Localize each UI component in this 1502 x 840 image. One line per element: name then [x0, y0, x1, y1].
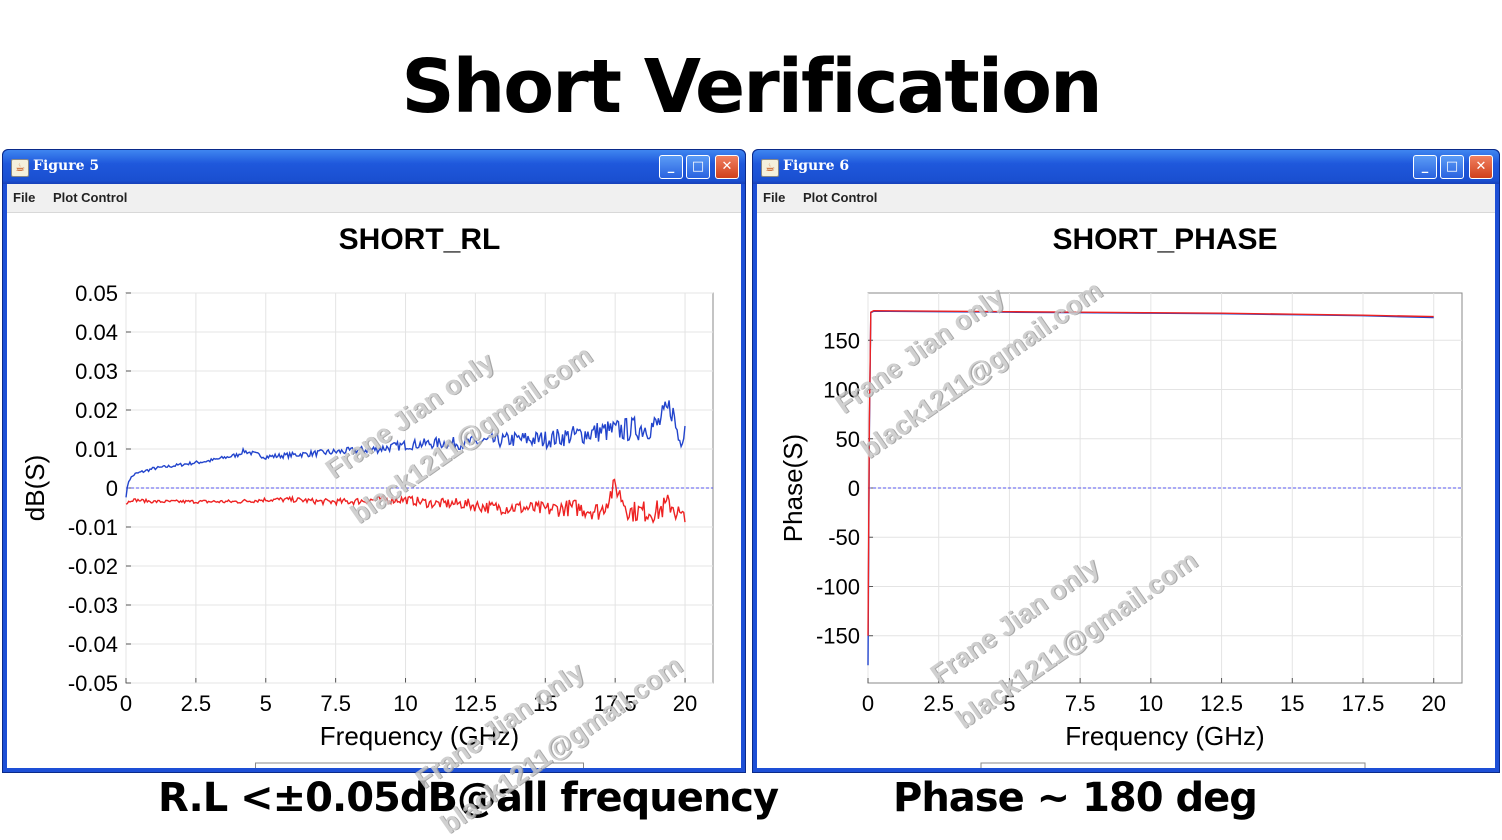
x-axis-label: Frequency (GHz) — [1065, 721, 1264, 751]
legend-box — [255, 762, 584, 790]
window-client: File Plot Control SHORT_PHASE 0 2.5 5 7.5 10 1… — [757, 184, 1495, 790]
chart-title: SHORT_RL — [339, 223, 501, 256]
y-tick-label: 0.04 — [75, 320, 118, 345]
x-tick-label: 12.5 — [454, 691, 497, 716]
menu-plot-control[interactable]: Plot Control — [803, 190, 877, 205]
y-axis-label: Phase(S) — [778, 434, 808, 542]
y-tick-label: 0.02 — [75, 398, 118, 423]
legend-box — [980, 762, 1366, 790]
plot-area: SHORT_RL 0 2.5 5 7.5 10 12.5 15 17.5 20 0.05 0.04 0.… — [7, 213, 741, 790]
x-tick-label: 2.5 — [181, 691, 212, 716]
maximize-button[interactable]: □ — [1440, 155, 1464, 179]
chart-title: SHORT_PHASE — [1052, 223, 1277, 256]
y-tick-label: -0.05 — [68, 671, 118, 696]
y-tick-label: -150 — [816, 624, 860, 649]
window-titlebar[interactable]: ☕ Figure 5 _ □ ✕ — [3, 150, 745, 184]
y-tick-label: 0.05 — [75, 281, 118, 306]
y-tick-label: -50 — [828, 525, 860, 550]
java-coffee-icon: ☕ — [11, 159, 29, 177]
menu-plot-control[interactable]: Plot Control — [53, 190, 127, 205]
slide-title: Short Verification — [401, 44, 1102, 130]
y-tick-label: 0 — [848, 476, 860, 501]
x-tick-label: 15 — [1280, 691, 1304, 716]
plot-area: SHORT_PHASE 0 2.5 5 7.5 10 12.5 15 17.5 20 150 100 5… — [757, 213, 1495, 790]
x-tick-label: 17.5 — [1342, 691, 1385, 716]
x-tick-label: 17.5 — [594, 691, 637, 716]
menu-file[interactable]: File — [763, 190, 785, 205]
menu-file[interactable]: File — [13, 190, 35, 205]
x-tick-label: 7.5 — [1065, 691, 1096, 716]
x-tick-label: 20 — [673, 691, 697, 716]
window-client: File Plot Control SHORT_RL 0 2.5 5 7.5 10 12.5… — [7, 184, 741, 790]
minimize-button[interactable]: _ — [659, 155, 683, 179]
y-tick-label: 100 — [823, 378, 860, 403]
x-tick-label: 15 — [533, 691, 557, 716]
window-title: Figure 5 — [33, 158, 100, 174]
caption-right: Phase ~ 180 deg — [893, 775, 1258, 821]
x-axis-label: Frequency (GHz) — [320, 721, 519, 751]
menubar: File Plot Control — [7, 184, 741, 213]
rl-chart-svg: SHORT_RL 0 2.5 5 7.5 10 12.5 15 17.5 20 0.05 0.04 0.… — [20, 223, 714, 790]
y-tick-label: 0.01 — [75, 437, 118, 462]
figure-window-6[interactable]: ☕ Figure 6 _ □ ✕ File Plot Control SHORT… — [752, 149, 1500, 790]
y-tick-label: 150 — [823, 328, 860, 353]
java-coffee-icon: ☕ — [761, 159, 779, 177]
caption-left: R.L <±0.05dB@all frequency — [158, 775, 779, 821]
x-tick-label: 0 — [120, 691, 132, 716]
x-tick-label: 12.5 — [1200, 691, 1243, 716]
x-tick-label: 5 — [260, 691, 272, 716]
x-tick-label: 10 — [393, 691, 417, 716]
phase-chart-svg: SHORT_PHASE 0 2.5 5 7.5 10 12.5 15 17.5 20 150 100 5… — [778, 223, 1463, 790]
y-tick-label: 0.03 — [75, 359, 118, 384]
y-tick-label: -0.01 — [68, 515, 118, 540]
close-button[interactable]: ✕ — [1469, 155, 1493, 179]
y-tick-label: 50 — [836, 427, 860, 452]
x-tick-label: 7.5 — [320, 691, 351, 716]
maximize-button[interactable]: □ — [686, 155, 710, 179]
menubar: File Plot Control — [757, 184, 1495, 213]
x-tick-label: 5 — [1003, 691, 1015, 716]
y-tick-label: -0.02 — [68, 554, 118, 579]
y-tick-label: -0.03 — [68, 593, 118, 618]
figure-window-5[interactable]: ☕ Figure 5 _ □ ✕ File Plot Control SHORT… — [2, 149, 746, 790]
x-tick-label: 20 — [1421, 691, 1445, 716]
y-tick-label: -0.04 — [68, 632, 118, 657]
window-title: Figure 6 — [783, 158, 850, 174]
minimize-button[interactable]: _ — [1413, 155, 1437, 179]
y-tick-label: -100 — [816, 574, 860, 599]
y-axis-label: dB(S) — [20, 455, 50, 521]
y-tick-label: 0 — [106, 476, 118, 501]
x-tick-label: 2.5 — [923, 691, 954, 716]
window-titlebar[interactable]: ☕ Figure 6 _ □ ✕ — [753, 150, 1499, 184]
x-tick-label: 0 — [862, 691, 874, 716]
x-tick-label: 10 — [1139, 691, 1163, 716]
close-button[interactable]: ✕ — [715, 155, 739, 179]
